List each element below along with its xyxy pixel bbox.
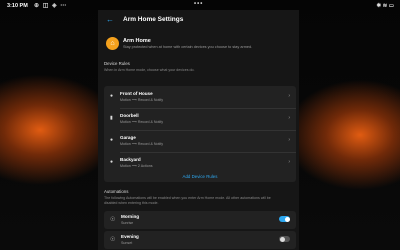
device-rule-row[interactable]: ● Front of House Motion ⟶ Record & Notif… [104,86,296,108]
add-device-rules-button[interactable]: Add Device Rules [104,174,296,179]
hero-title: Arm Home [123,38,151,44]
device-rule-row[interactable]: ● Garage Motion ⟶ Record & Notify › [104,130,296,152]
camera-icon: ● [110,137,114,143]
device-rule-description: Motion ⟶ Record & Notify [120,120,164,124]
device-rules-card: ● Front of House Motion ⟶ Record & Notif… [104,86,296,182]
header: ← Arm Home Settings [98,10,299,30]
morning-toggle[interactable] [279,216,290,222]
device-name: Doorbell [120,113,139,118]
chevron-right-icon: › [288,137,290,143]
status-time: 3:10 PM [7,3,28,9]
device-name: Backyard [120,157,141,162]
automation-row-morning[interactable]: ☉ Morning Sunrise [104,211,296,229]
automation-name: Morning [121,214,140,219]
doorbell-icon: ▮ [110,115,113,121]
automations-subtitle-line2: disabled when entering this mode. [104,201,159,205]
chevron-right-icon: › [288,93,290,99]
toggle-knob [284,216,290,222]
device-rules-subtitle: When in Arm Home mode, choose what your … [104,68,195,72]
chevron-right-icon: › [288,159,290,165]
status-app-icons: ⊕ ◫ ◈ ⋯ [34,3,68,9]
device-rule-description: Motion ⟶ Record & Notify [120,142,164,146]
automation-name: Evening [121,234,139,239]
status-system-icons: ✱ ≋ ▭ [376,3,394,9]
automations-title: Automations [104,189,129,194]
chevron-right-icon: › [288,115,290,121]
settings-panel: ← Arm Home Settings ⌂ Arm Home Stay prot… [98,10,299,250]
page-title: Arm Home Settings [123,16,184,23]
camera-icon: ● [110,93,114,99]
device-rule-row[interactable]: ● Backyard Motion ⟶ 2 Actions › [104,152,296,174]
device-name: Garage [120,135,136,140]
device-name: Front of House [120,91,153,96]
home-shield-icon: ⌂ [106,37,119,50]
device-rule-description: Motion ⟶ Record & Notify [120,98,164,102]
automation-description: Sunset [121,241,133,245]
device-rules-title: Device Rules [104,61,130,66]
device-rule-row[interactable]: ▮ Doorbell Motion ⟶ Record & Notify › [104,108,296,130]
automation-icon: ☉ [110,217,116,223]
device-rule-description: Motion ⟶ 2 Actions [120,164,153,168]
arrow-left-icon[interactable]: ← [106,15,114,24]
hero-description: Stay protected when at home with certain… [123,45,253,49]
automations-subtitle-line1: The following Automations will be enable… [104,196,271,200]
evening-toggle[interactable] [279,236,290,242]
camera-icon: ● [110,159,114,165]
multitask-dots-icon[interactable]: ••• [194,1,203,7]
automation-description: Sunrise [121,221,134,225]
toggle-knob [279,236,285,242]
automation-row-evening[interactable]: ☉ Evening Sunset [104,231,296,249]
automation-icon: ☉ [110,237,116,243]
